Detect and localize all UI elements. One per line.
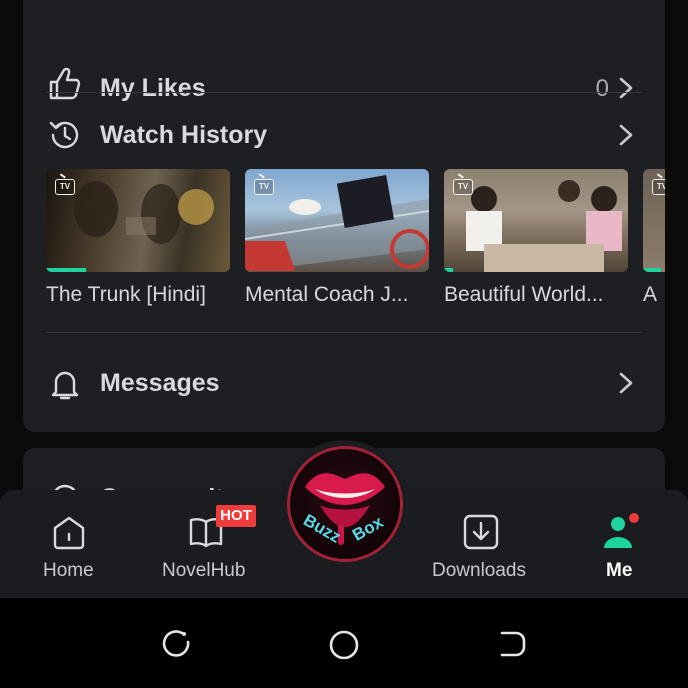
nav-downloads[interactable]: Downloads (428, 490, 536, 598)
history-thumbnail[interactable]: TV (46, 169, 230, 272)
bell-icon (51, 371, 79, 400)
progress-bar (46, 268, 87, 272)
progress-bar (643, 268, 662, 272)
buzzbox-logo-button[interactable]: Buzz Box (287, 446, 403, 562)
history-title: Beautiful World... (444, 283, 604, 306)
my-likes-count: 0 (595, 75, 609, 102)
history-title: The Trunk [Hindi] (46, 283, 206, 306)
history-thumbnail[interactable]: TV (444, 169, 628, 272)
download-icon (463, 514, 499, 550)
profile-menu-card: My Likes 0 Watch History TV The Trunk [H… (23, 0, 665, 432)
watch-history-row[interactable]: Watch History (23, 116, 665, 166)
back-icon[interactable] (496, 628, 528, 660)
screen: My Likes 0 Watch History TV The Trunk [H… (0, 0, 688, 598)
watch-history-label: Watch History (100, 121, 268, 149)
tv-badge: TV (55, 179, 75, 195)
history-title: Mental Coach J... (245, 283, 409, 306)
progress-bar (444, 268, 454, 272)
nav-me-label: Me (606, 560, 633, 581)
history-item[interactable]: TV Mental Coach J... (245, 169, 429, 307)
tv-badge: TV (453, 179, 473, 195)
lips-logo-icon (305, 473, 385, 545)
system-navigation-bar (0, 598, 688, 688)
history-clock-icon (49, 121, 79, 149)
history-thumbnail[interactable]: TV (643, 169, 665, 272)
home-icon (53, 516, 85, 550)
tv-badge: TV (652, 179, 665, 195)
thumbs-up-icon (49, 67, 81, 100)
messages-label: Messages (100, 369, 220, 397)
chevron-right-icon[interactable] (617, 123, 635, 147)
tv-badge: TV (254, 179, 274, 195)
divider (46, 332, 642, 333)
nav-home-label: Home (43, 560, 94, 581)
divider (46, 92, 642, 93)
history-item[interactable]: TV The Trunk [Hindi] (46, 169, 230, 307)
nav-downloads-label: Downloads (432, 560, 526, 581)
nav-me[interactable]: Me (590, 490, 650, 598)
watch-history-list: TV The Trunk [Hindi] TV Mental Coach J..… (46, 169, 665, 319)
recent-apps-icon[interactable] (160, 628, 192, 660)
home-circle-icon[interactable] (327, 628, 361, 662)
my-likes-label: My Likes (100, 74, 206, 102)
chevron-right-icon[interactable] (617, 371, 635, 395)
nav-home[interactable]: Home (30, 490, 108, 598)
profile-icon (604, 513, 639, 548)
history-title: A (643, 283, 658, 306)
history-thumbnail[interactable]: TV (245, 169, 429, 272)
nav-novelhub-label: NovelHub (162, 560, 246, 581)
history-item[interactable]: TV Beautiful World... (444, 169, 628, 307)
messages-row[interactable]: Messages (23, 366, 665, 416)
chevron-right-icon[interactable] (617, 76, 635, 100)
my-likes-row[interactable]: My Likes 0 (23, 30, 665, 120)
notification-dot (629, 513, 639, 523)
hot-badge: HOT (216, 505, 256, 527)
history-item[interactable]: TV A (643, 169, 665, 307)
